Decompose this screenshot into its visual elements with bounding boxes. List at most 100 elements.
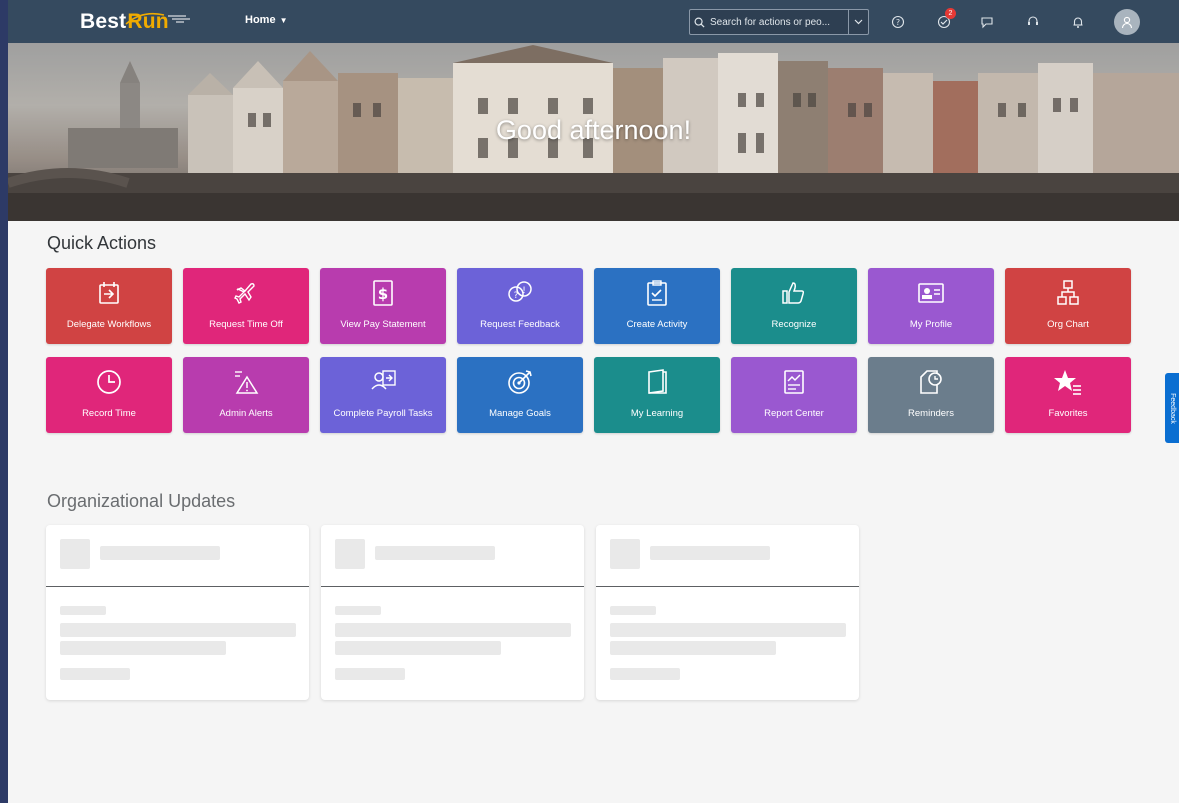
placeholder-line bbox=[335, 623, 571, 637]
todo-icon[interactable]: 2 bbox=[934, 8, 956, 32]
reminder-icon bbox=[917, 368, 945, 396]
placeholder-avatar bbox=[60, 539, 90, 569]
tile-view-pay-statement[interactable]: $ View Pay Statement bbox=[320, 268, 446, 344]
tile-label: View Pay Statement bbox=[340, 319, 426, 330]
org-chart-icon bbox=[1056, 279, 1080, 307]
tile-label: Delegate Workflows bbox=[66, 319, 152, 330]
card-divider bbox=[321, 586, 584, 587]
clipboard-icon bbox=[646, 279, 668, 307]
logo-swoosh-icon bbox=[125, 12, 190, 25]
placeholder-title bbox=[375, 546, 495, 560]
tile-label: Report Center bbox=[764, 408, 824, 419]
placeholder-line bbox=[610, 606, 656, 615]
profile-card-icon bbox=[917, 279, 945, 307]
chevron-down-icon: ▼ bbox=[279, 15, 288, 25]
quick-actions-title: Quick Actions bbox=[47, 233, 157, 253]
search-scope-dropdown[interactable] bbox=[848, 10, 868, 34]
placeholder-line bbox=[335, 641, 501, 655]
home-menu-label: Home bbox=[245, 14, 276, 26]
tile-label: Create Activity bbox=[626, 319, 688, 330]
tile-label: Record Time bbox=[82, 408, 136, 419]
plane-icon bbox=[234, 279, 258, 307]
feedback-icon[interactable] bbox=[977, 12, 997, 32]
card-divider bbox=[46, 586, 309, 587]
user-icon bbox=[1121, 16, 1133, 28]
app-frame: BestRun Home ▼ ? 2 bbox=[8, 0, 1179, 803]
tile-label: Recognize bbox=[771, 319, 817, 330]
placeholder-avatar bbox=[610, 539, 640, 569]
tile-my-learning[interactable]: My Learning bbox=[594, 357, 720, 433]
tile-recognize[interactable]: Recognize bbox=[731, 268, 857, 344]
placeholder-line bbox=[610, 623, 846, 637]
star-icon bbox=[1054, 368, 1082, 396]
tile-label: Request Feedback bbox=[480, 319, 560, 330]
tile-request-time-off[interactable]: Request Time Off bbox=[183, 268, 309, 344]
tile-org-chart[interactable]: Org Chart bbox=[1005, 268, 1131, 344]
tile-complete-payroll-tasks[interactable]: Complete Payroll Tasks bbox=[320, 357, 446, 433]
placeholder-title bbox=[650, 546, 770, 560]
tile-my-profile[interactable]: My Profile bbox=[868, 268, 994, 344]
org-updates-title: Organizational Updates bbox=[47, 491, 236, 511]
placeholder-line bbox=[335, 606, 381, 615]
payroll-icon bbox=[369, 368, 397, 396]
help-icon[interactable]: ? bbox=[888, 12, 908, 32]
delegate-icon bbox=[98, 279, 120, 307]
target-icon bbox=[507, 368, 533, 396]
feedback-request-icon: ?! bbox=[506, 279, 534, 307]
tile-label: My Profile bbox=[909, 319, 953, 330]
placeholder-line bbox=[60, 606, 106, 615]
thumbs-up-icon bbox=[781, 279, 807, 307]
update-card-placeholder bbox=[46, 525, 309, 700]
tile-label: Manage Goals bbox=[489, 408, 551, 419]
tile-admin-alerts[interactable]: Admin Alerts bbox=[183, 357, 309, 433]
notification-badge: 2 bbox=[945, 8, 956, 19]
report-icon bbox=[782, 368, 806, 396]
tile-label: Favorites bbox=[1048, 408, 1088, 419]
tile-reminders[interactable]: Reminders bbox=[868, 357, 994, 433]
book-icon bbox=[646, 368, 668, 396]
home-menu[interactable]: Home ▼ bbox=[245, 14, 287, 26]
company-logo[interactable]: Best Run bbox=[80, 8, 190, 36]
placeholder-avatar bbox=[335, 539, 365, 569]
svg-text:$: $ bbox=[378, 285, 388, 303]
tile-manage-goals[interactable]: Manage Goals bbox=[457, 357, 583, 433]
tile-create-activity[interactable]: Create Activity bbox=[594, 268, 720, 344]
tile-label: My Learning bbox=[630, 408, 684, 419]
greeting-text: Good afternoon! bbox=[495, 115, 692, 145]
chevron-down-icon bbox=[854, 19, 863, 25]
tile-label: Reminders bbox=[908, 408, 954, 419]
dollar-doc-icon: $ bbox=[372, 279, 394, 307]
placeholder-line bbox=[610, 668, 680, 680]
clock-icon bbox=[96, 368, 122, 396]
tile-delegate-workflows[interactable]: Delegate Workflows bbox=[46, 268, 172, 344]
svg-text:?: ? bbox=[896, 18, 900, 27]
tile-label: Org Chart bbox=[1047, 319, 1089, 330]
tile-label: Request Time Off bbox=[209, 319, 283, 330]
hero-banner: Good afternoon! bbox=[8, 43, 1179, 221]
alert-icon bbox=[233, 368, 259, 396]
placeholder-line bbox=[60, 623, 296, 637]
tile-report-center[interactable]: Report Center bbox=[731, 357, 857, 433]
tile-label: Complete Payroll Tasks bbox=[333, 408, 433, 419]
card-divider bbox=[596, 586, 859, 587]
tile-favorites[interactable]: Favorites bbox=[1005, 357, 1131, 433]
support-icon[interactable] bbox=[1023, 12, 1043, 32]
tile-record-time[interactable]: Record Time bbox=[46, 357, 172, 433]
search-box[interactable] bbox=[689, 9, 869, 35]
search-input[interactable] bbox=[708, 10, 848, 34]
user-avatar[interactable] bbox=[1114, 9, 1140, 35]
placeholder-line bbox=[60, 668, 130, 680]
svg-text:?: ? bbox=[514, 291, 519, 301]
placeholder-line bbox=[610, 641, 776, 655]
tile-label: Admin Alerts bbox=[219, 408, 273, 419]
shell-bar: BestRun Home ▼ ? 2 bbox=[8, 0, 1179, 43]
svg-text:!: ! bbox=[522, 286, 526, 296]
feedback-side-tab[interactable]: Feedback bbox=[1165, 373, 1179, 443]
placeholder-title bbox=[100, 546, 220, 560]
tile-request-feedback[interactable]: ?! Request Feedback bbox=[457, 268, 583, 344]
feedback-tab-label: Feedback bbox=[1168, 392, 1176, 424]
placeholder-line bbox=[60, 641, 226, 655]
bell-icon[interactable] bbox=[1068, 12, 1088, 32]
search-icon bbox=[690, 17, 708, 28]
placeholder-line bbox=[335, 668, 405, 680]
